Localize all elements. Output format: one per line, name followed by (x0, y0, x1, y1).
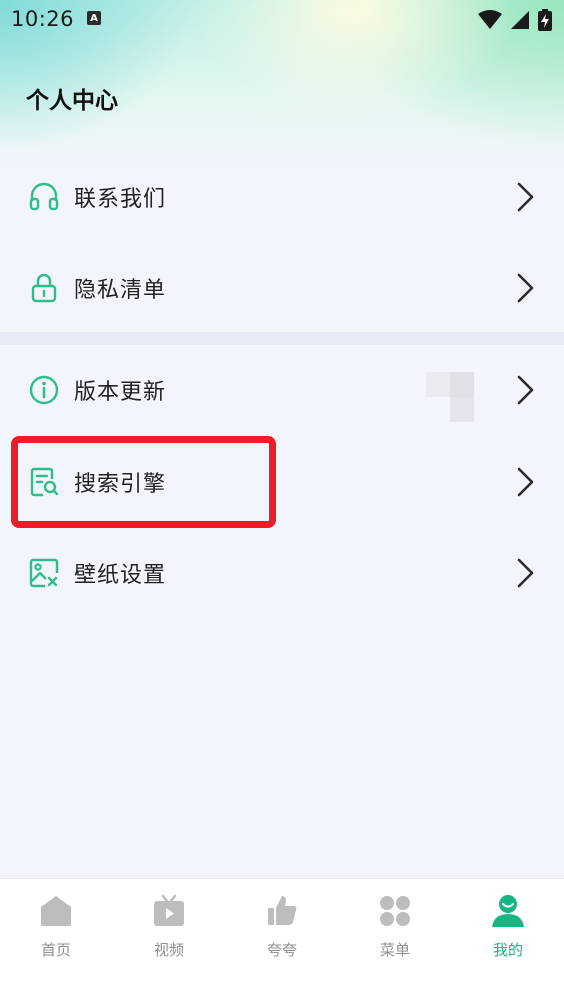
user-profile-icon (492, 895, 524, 927)
thumbs-up-icon (268, 896, 297, 925)
headphones-icon (29, 182, 59, 211)
chevron-right-icon (517, 467, 534, 497)
highlight-annotation-box (11, 436, 276, 528)
menu-label-privacy-list: 隐私清单 (74, 278, 167, 303)
status-bar: 10:26 A (0, 0, 564, 40)
tab-label: 视频 (153, 941, 184, 959)
menu-row-privacy-list[interactable]: 隐私清单 (0, 243, 564, 333)
wifi-icon (478, 10, 502, 29)
cellular-signal-icon (511, 11, 529, 29)
status-time: 10:26 (11, 7, 75, 31)
home-icon (41, 896, 71, 926)
wallpaper-icon (29, 558, 59, 588)
tab-video[interactable]: 视频 (113, 889, 225, 969)
tab-label: 菜单 (379, 941, 410, 959)
info-icon (29, 375, 59, 405)
tab-label: 首页 (40, 941, 71, 959)
system-icons (478, 9, 552, 31)
bottom-tab-bar: 首页 视频 夸夸 菜单 我的 (0, 878, 564, 1005)
chevron-right-icon (517, 273, 534, 303)
section-divider (0, 332, 564, 345)
grid-menu-icon (380, 896, 410, 926)
menu-label-contact-us: 联系我们 (74, 187, 167, 212)
chevron-right-icon (517, 558, 534, 588)
tab-praise[interactable]: 夸夸 (226, 889, 338, 969)
tab-mine[interactable]: 我的 (452, 889, 564, 969)
redacted-version-info (426, 372, 474, 422)
tab-label: 我的 (492, 941, 523, 959)
menu-label-wallpaper-settings: 壁纸设置 (74, 563, 167, 588)
chevron-right-icon (517, 182, 534, 212)
menu-row-contact-us[interactable]: 联系我们 (0, 152, 564, 242)
lock-icon (31, 273, 57, 303)
video-tv-icon (154, 894, 184, 926)
page-title: 个人中心 (26, 88, 118, 114)
battery-charging-icon (538, 9, 552, 31)
chevron-right-icon (517, 375, 534, 405)
tab-label: 夸夸 (266, 941, 297, 959)
menu-label-version-update: 版本更新 (74, 380, 167, 405)
tab-menu[interactable]: 菜单 (339, 889, 451, 969)
notification-badge-icon: A (87, 11, 101, 25)
menu-row-version-update[interactable]: 版本更新 (0, 345, 564, 435)
menu-row-wallpaper-settings[interactable]: 壁纸设置 (0, 528, 564, 618)
tab-home[interactable]: 首页 (0, 889, 112, 969)
